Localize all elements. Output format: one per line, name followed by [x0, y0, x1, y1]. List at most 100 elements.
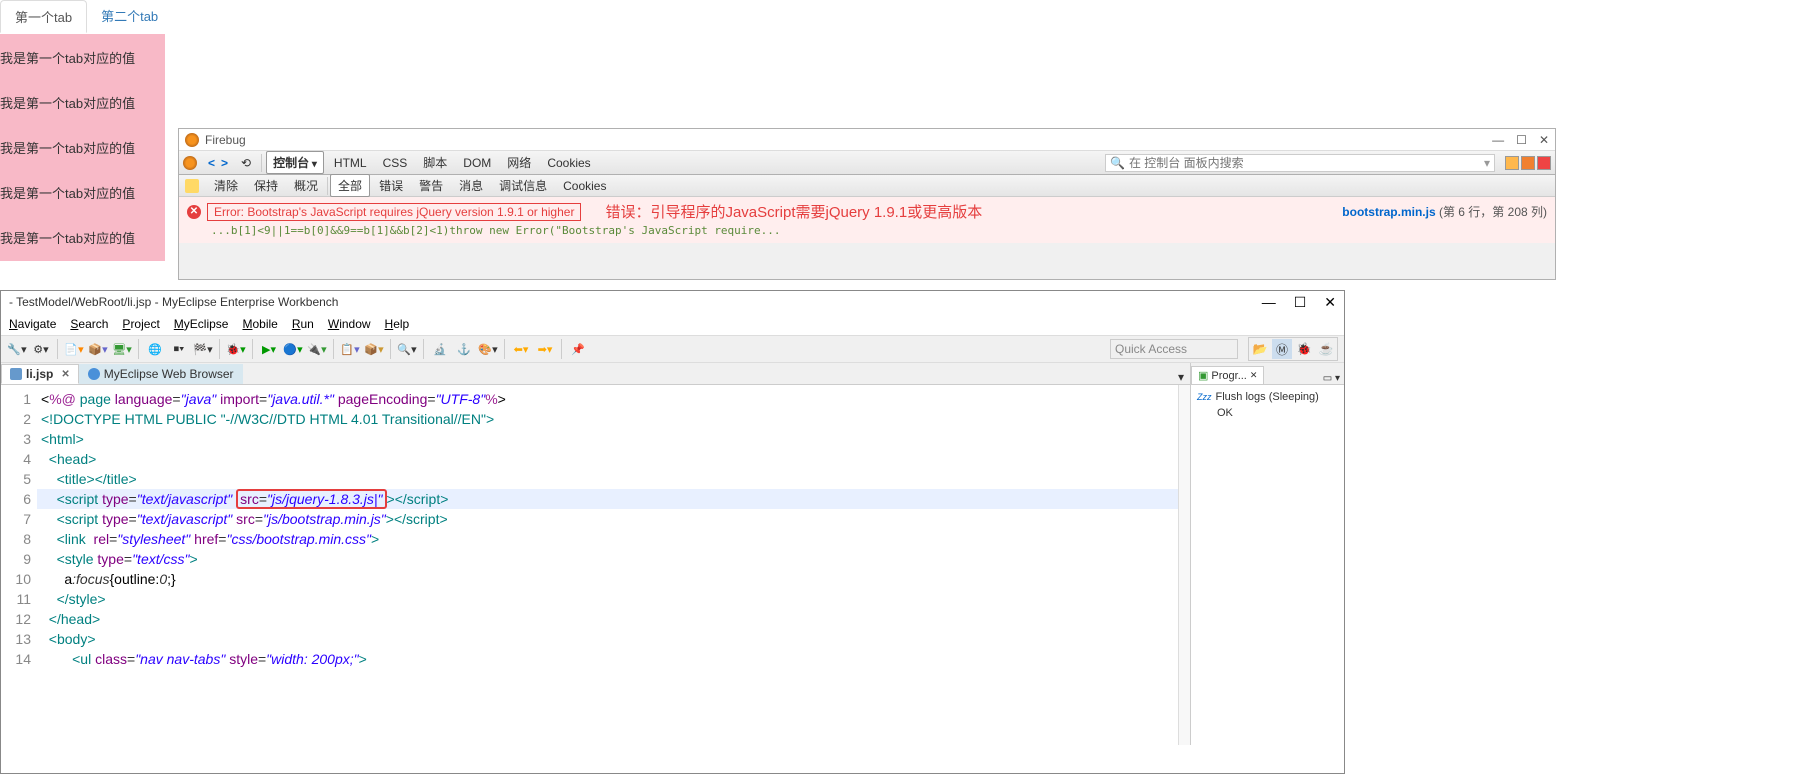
code-line[interactable]: <body> [37, 629, 1178, 649]
tb-server-icon[interactable]: 🖥▾ [112, 339, 132, 359]
menu-run[interactable]: Run [292, 317, 314, 331]
sub-debug[interactable]: 调试信息 [492, 175, 554, 196]
code-line[interactable]: <%@ page language="java" import="java.ut… [37, 389, 1178, 409]
search-dropdown-icon[interactable]: ▾ [1484, 156, 1490, 170]
code-line[interactable]: <title></title> [37, 469, 1178, 489]
tb-stop-icon[interactable]: ⏹▾ [169, 339, 189, 359]
tb-fwd-icon[interactable]: ➡▾ [535, 339, 555, 359]
sub-cookies[interactable]: Cookies [556, 177, 613, 195]
window-maximize-icon[interactable]: ☐ [1516, 133, 1527, 147]
tb-globe-icon[interactable]: 🌐 [145, 339, 165, 359]
code-line[interactable]: <script type="text/javascript" src="js/b… [37, 509, 1178, 529]
tb-newfile-icon[interactable]: 📋▾ [340, 339, 360, 359]
sub-profile[interactable]: 概况 [287, 175, 325, 196]
perspective-debug-icon[interactable]: 🐞 [1294, 339, 1314, 359]
reload-icon[interactable]: ⟲ [235, 154, 257, 172]
tab-close-icon[interactable]: ✕ [1250, 370, 1258, 381]
firebug-titlebar[interactable]: Firebug — ☐ ✕ [179, 129, 1555, 151]
sub-errors[interactable]: 错误 [372, 175, 410, 196]
menu-window[interactable]: Window [328, 317, 371, 331]
code-line[interactable]: <style type="text/css"> [37, 549, 1178, 569]
code-line[interactable]: <ul class="nav nav-tabs" style="width: 2… [37, 649, 1178, 669]
tab-script[interactable]: 脚本 [417, 152, 453, 173]
tab-close-icon[interactable]: ✕ [61, 369, 69, 380]
tb-run-icon[interactable]: 🔵▾ [283, 339, 303, 359]
tb-zoom-icon[interactable]: 🔬 [430, 339, 450, 359]
tb-new-icon[interactable]: 📄▾ [64, 339, 84, 359]
window-maximize-icon[interactable]: ☐ [1294, 294, 1307, 311]
panel-minimize-btn[interactable] [1505, 156, 1519, 170]
tb-ext-icon[interactable]: 🔌▾ [307, 339, 327, 359]
progress-view-tab[interactable]: ▣ Progr... ✕ [1191, 366, 1264, 384]
pause-icon[interactable] [185, 179, 199, 193]
demo-tabs: 第一个tab 第二个tab [0, 0, 1798, 34]
firebug-search[interactable]: 🔍 ▾ [1105, 154, 1495, 172]
tab-console[interactable]: 控制台 [266, 151, 324, 174]
editor-tab-browser[interactable]: MyEclipse Web Browser [79, 364, 243, 384]
tb-back-icon[interactable]: ⬅▾ [511, 339, 531, 359]
tb-search-icon[interactable]: 🔍▾ [397, 339, 417, 359]
sub-warnings[interactable]: 警告 [412, 175, 450, 196]
code-body[interactable]: <%@ page language="java" import="java.ut… [37, 385, 1178, 745]
tab-net[interactable]: 网络 [501, 152, 537, 173]
firebug-menu-icon[interactable] [183, 156, 197, 170]
panel-close-btn[interactable] [1537, 156, 1551, 170]
menu-search[interactable]: Search [70, 317, 108, 331]
code-line[interactable]: <head> [37, 449, 1178, 469]
menu-help[interactable]: Help [385, 317, 410, 331]
tb-pin-icon[interactable]: 📌 [568, 339, 588, 359]
save-icon[interactable]: ⚙▾ [31, 339, 51, 359]
perspective-open-icon[interactable]: 📂 [1250, 339, 1270, 359]
sub-all[interactable]: 全部 [330, 174, 370, 197]
eclipse-titlebar[interactable]: - TestModel/WebRoot/li.jsp - MyEclipse E… [1, 291, 1344, 313]
error-source[interactable]: bootstrap.min.js (第 6 行，第 208 列) [1342, 203, 1547, 220]
menu-myeclipse[interactable]: MyEclipse [174, 317, 229, 331]
perspective-myeclipse-icon[interactable]: Ⓜ [1272, 339, 1292, 359]
code-line[interactable]: </style> [37, 589, 1178, 609]
sub-clear[interactable]: 清除 [207, 175, 245, 196]
panel-popout-btn[interactable] [1521, 156, 1535, 170]
window-close-icon[interactable]: ✕ [1539, 133, 1549, 147]
editor-tab-lijsp[interactable]: li.jsp ✕ [1, 364, 79, 384]
tab-overflow-icon[interactable]: ▾ [1172, 370, 1190, 384]
tab-css[interactable]: CSS [377, 154, 414, 172]
sub-info[interactable]: 消息 [452, 175, 490, 196]
tab-first[interactable]: 第一个tab [0, 0, 87, 33]
nav-forward-icon[interactable]: > [218, 156, 231, 170]
window-minimize-icon[interactable]: — [1492, 133, 1504, 147]
nav-back-icon[interactable]: < [205, 156, 218, 170]
sleeping-icon: Zzz [1197, 392, 1212, 402]
code-line[interactable]: <link rel="stylesheet" href="css/bootstr… [37, 529, 1178, 549]
code-line[interactable]: <script type="text/javascript" src="js/j… [37, 489, 1178, 509]
code-editor[interactable]: 1234567891011121314 <%@ page language="j… [1, 385, 1190, 745]
tab-html[interactable]: HTML [328, 154, 373, 172]
view-toolbar-icon[interactable]: ▭ ▾ [1319, 373, 1344, 384]
tab-dom[interactable]: DOM [457, 154, 497, 172]
tb-go-icon[interactable]: ▶▾ [259, 339, 279, 359]
tb-package-icon[interactable]: 📦▾ [364, 339, 384, 359]
menu-navigate[interactable]: Navigate [9, 317, 56, 331]
code-line[interactable]: a:focus{outline:0;} [37, 569, 1178, 589]
window-close-icon[interactable]: ✕ [1324, 294, 1336, 311]
quick-access-input[interactable]: Quick Access [1110, 339, 1238, 359]
tab-second[interactable]: 第二个tab [87, 0, 172, 33]
window-minimize-icon[interactable]: — [1262, 294, 1276, 311]
tab-cookies[interactable]: Cookies [541, 154, 596, 172]
wizard-icon[interactable]: 🔧▾ [7, 339, 27, 359]
code-line[interactable]: </head> [37, 609, 1178, 629]
tb-anchor-icon[interactable]: ⚓ [454, 339, 474, 359]
menu-mobile[interactable]: Mobile [242, 317, 277, 331]
code-line[interactable]: <html> [37, 429, 1178, 449]
sub-persist[interactable]: 保持 [247, 175, 285, 196]
tb-debug-icon[interactable]: 🐞▾ [226, 339, 246, 359]
perspective-java-icon[interactable]: ☕ [1316, 339, 1336, 359]
overview-ruler[interactable] [1178, 385, 1190, 745]
search-input[interactable] [1129, 156, 1480, 170]
tb-deploy-icon[interactable]: 📦▾ [88, 339, 108, 359]
error-message[interactable]: Error: Bootstrap's JavaScript requires j… [207, 203, 581, 221]
tb-flag-icon[interactable]: 🏁▾ [193, 339, 213, 359]
search-icon: 🔍 [1110, 156, 1125, 170]
code-line[interactable]: <!DOCTYPE HTML PUBLIC "-//W3C//DTD HTML … [37, 409, 1178, 429]
menu-project[interactable]: Project [122, 317, 159, 331]
tb-paint-icon[interactable]: 🎨▾ [478, 339, 498, 359]
